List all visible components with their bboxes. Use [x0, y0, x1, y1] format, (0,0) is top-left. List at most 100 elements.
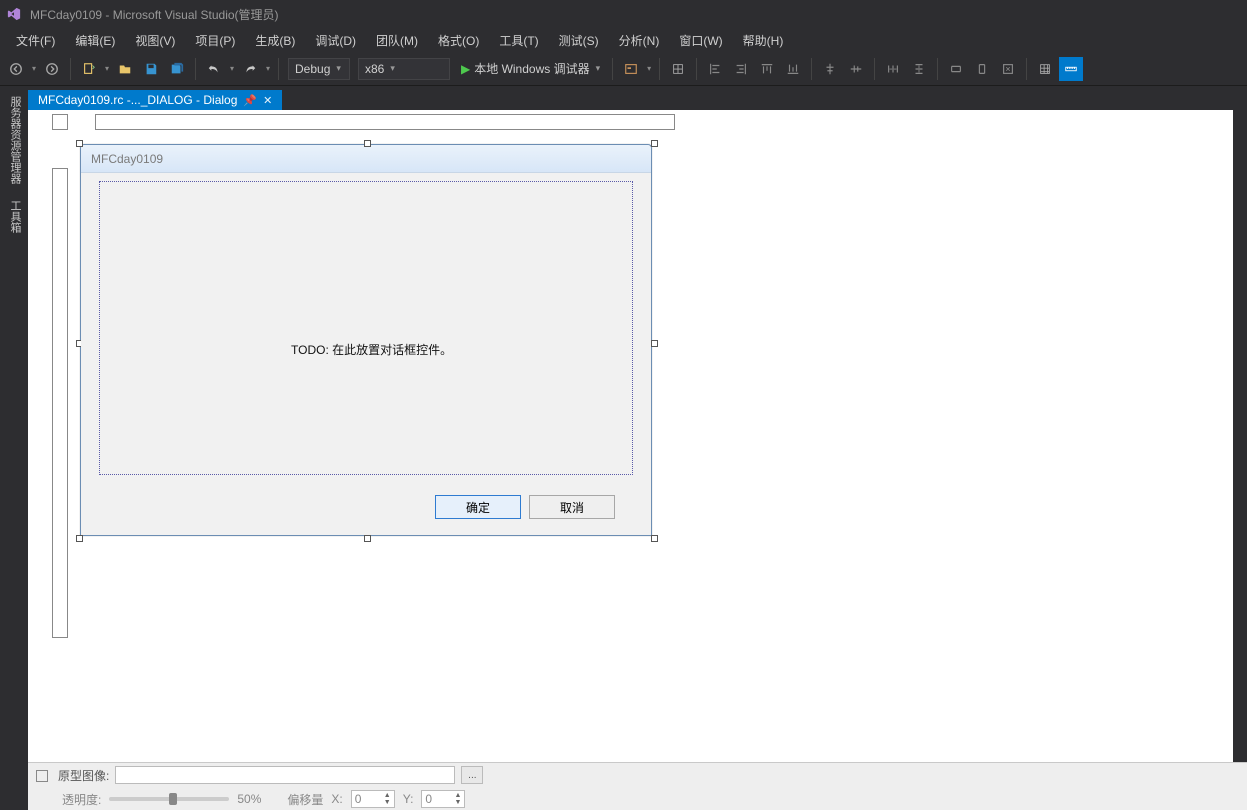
- menubar: 文件(F) 编辑(E) 视图(V) 项目(P) 生成(B) 调试(D) 团队(M…: [0, 28, 1247, 52]
- same-height-icon[interactable]: [970, 57, 994, 81]
- dialog-body[interactable]: TODO: 在此放置对话框控件。 确定 取消: [81, 173, 651, 535]
- cancel-button[interactable]: 取消: [529, 495, 615, 519]
- align-right-icon[interactable]: [729, 57, 753, 81]
- center-horz-icon[interactable]: [818, 57, 842, 81]
- menu-analyze[interactable]: 分析(N): [609, 30, 670, 51]
- pin-icon[interactable]: 📌: [243, 94, 257, 107]
- work-area: MFCday0109 TODO: 在此放置对话框控件。 确定 取消: [28, 110, 1247, 762]
- spinner-icon[interactable]: ▲▼: [384, 792, 391, 806]
- offset-x-input[interactable]: 0▲▼: [351, 790, 395, 808]
- tabstrip: MFCday0109.rc -..._DIALOG - Dialog 📌 ✕: [0, 86, 1247, 110]
- toolbar-sep: [811, 58, 812, 80]
- menu-view[interactable]: 视图(V): [125, 30, 185, 51]
- toolbar-sep: [278, 58, 279, 80]
- dialog-preview[interactable]: MFCday0109 TODO: 在此放置对话框控件。 确定 取消: [80, 144, 652, 536]
- document-tab[interactable]: MFCday0109.rc -..._DIALOG - Dialog 📌 ✕: [28, 90, 282, 110]
- opacity-value: 50%: [237, 792, 261, 806]
- dialog-editor-statusbar: 原型图像: ... 透明度: 50% 偏移量 X: 0▲▼ Y: 0▲▼: [28, 762, 1247, 810]
- menu-edit[interactable]: 编辑(E): [65, 30, 125, 51]
- test-dialog-icon[interactable]: [619, 57, 643, 81]
- new-file-dropdown[interactable]: ▾: [103, 57, 111, 81]
- nav-back-icon[interactable]: [4, 57, 28, 81]
- toolbar-sep: [937, 58, 938, 80]
- menu-build[interactable]: 生成(B): [245, 30, 305, 51]
- slider-thumb[interactable]: [169, 793, 177, 805]
- offset-y-value: 0: [425, 792, 432, 806]
- proto-path-input[interactable]: [115, 766, 455, 784]
- side-tab-toolbox[interactable]: 工具箱: [3, 194, 25, 239]
- open-file-icon[interactable]: [113, 57, 137, 81]
- close-icon[interactable]: ✕: [263, 94, 272, 107]
- toolbar-sep: [195, 58, 196, 80]
- undo-dropdown[interactable]: ▾: [228, 57, 236, 81]
- dialog-title-text: MFCday0109: [91, 152, 163, 166]
- resize-handle-sw[interactable]: [76, 535, 83, 542]
- cancel-button-label: 取消: [560, 499, 584, 516]
- chevron-down-icon: ▾: [390, 63, 395, 74]
- group-box[interactable]: [99, 181, 633, 475]
- menu-test[interactable]: 测试(S): [549, 30, 609, 51]
- space-across-icon[interactable]: [881, 57, 905, 81]
- menu-debug[interactable]: 调试(D): [305, 30, 366, 51]
- side-tab-server-explorer[interactable]: 服务器资源管理器: [3, 90, 25, 190]
- opacity-label: 透明度:: [62, 791, 101, 808]
- play-icon: ▶: [461, 62, 470, 76]
- menu-team[interactable]: 团队(M): [366, 30, 428, 51]
- dialog-titlebar[interactable]: MFCday0109: [81, 145, 651, 173]
- vs-logo-icon: [6, 6, 22, 22]
- right-gutter: [1233, 110, 1247, 762]
- toggle-guides-icon[interactable]: [666, 57, 690, 81]
- offset-y-input[interactable]: 0 ▲▼: [421, 790, 465, 808]
- align-bottom-icon[interactable]: [781, 57, 805, 81]
- resize-handle-ne[interactable]: [651, 140, 658, 147]
- resize-handle-n[interactable]: [364, 140, 371, 147]
- config-combo[interactable]: Debug▾: [288, 58, 350, 80]
- center-vert-icon[interactable]: [844, 57, 868, 81]
- menu-project[interactable]: 项目(P): [185, 30, 245, 51]
- same-width-icon[interactable]: [944, 57, 968, 81]
- resize-handle-se[interactable]: [651, 535, 658, 542]
- ok-button[interactable]: 确定: [435, 495, 521, 519]
- redo-icon[interactable]: [238, 57, 262, 81]
- menu-format[interactable]: 格式(O): [428, 30, 489, 51]
- same-size-icon[interactable]: [996, 57, 1020, 81]
- save-all-icon[interactable]: [165, 57, 189, 81]
- offset-label: 偏移量: [287, 791, 323, 808]
- nav-fwd-icon[interactable]: [40, 57, 64, 81]
- spinner-icon[interactable]: ▲▼: [454, 792, 461, 806]
- toggle-ruler-icon[interactable]: [1059, 57, 1083, 81]
- vertical-ruler[interactable]: [52, 168, 68, 638]
- platform-value: x86: [365, 62, 384, 76]
- dialog-designer-selection[interactable]: MFCday0109 TODO: 在此放置对话框控件。 确定 取消: [80, 144, 652, 536]
- redo-dropdown[interactable]: ▾: [264, 57, 272, 81]
- nav-back-dropdown[interactable]: ▾: [30, 57, 38, 81]
- resize-handle-nw[interactable]: [76, 140, 83, 147]
- undo-icon[interactable]: [202, 57, 226, 81]
- placeholder-static-text[interactable]: TODO: 在此放置对话框控件。: [291, 341, 452, 358]
- resize-handle-e[interactable]: [651, 340, 658, 347]
- platform-combo[interactable]: x86 ▾: [358, 58, 450, 80]
- align-left-icon[interactable]: [703, 57, 727, 81]
- side-panel-tabs: 服务器资源管理器 工具箱: [0, 86, 28, 810]
- resize-handle-s[interactable]: [364, 535, 371, 542]
- new-file-icon[interactable]: [77, 57, 101, 81]
- opacity-slider[interactable]: [109, 797, 229, 801]
- test-dialog-dropdown[interactable]: ▾: [645, 57, 653, 81]
- browse-button[interactable]: ...: [461, 766, 483, 784]
- start-debug-button[interactable]: ▶本地 Windows 调试器▾: [455, 56, 606, 82]
- menu-window[interactable]: 窗口(W): [669, 30, 732, 51]
- proto-checkbox[interactable]: [36, 768, 52, 782]
- window-title: MFCday0109 - Microsoft Visual Studio(管理员…: [30, 6, 279, 23]
- ok-button-label: 确定: [466, 499, 490, 516]
- save-icon[interactable]: [139, 57, 163, 81]
- menu-tools[interactable]: 工具(T): [489, 30, 548, 51]
- toolbar: ▾ ▾ ▾ ▾ Debug▾ x86 ▾ ▶本地 Windows 调试器▾ ▾: [0, 52, 1247, 86]
- menu-help[interactable]: 帮助(H): [733, 30, 794, 51]
- menu-file[interactable]: 文件(F): [6, 30, 65, 51]
- horizontal-ruler[interactable]: [95, 114, 675, 130]
- align-top-icon[interactable]: [755, 57, 779, 81]
- space-down-icon[interactable]: [907, 57, 931, 81]
- design-surface[interactable]: MFCday0109 TODO: 在此放置对话框控件。 确定 取消: [40, 110, 1247, 762]
- config-value: Debug: [295, 62, 330, 76]
- toggle-grid-icon[interactable]: [1033, 57, 1057, 81]
